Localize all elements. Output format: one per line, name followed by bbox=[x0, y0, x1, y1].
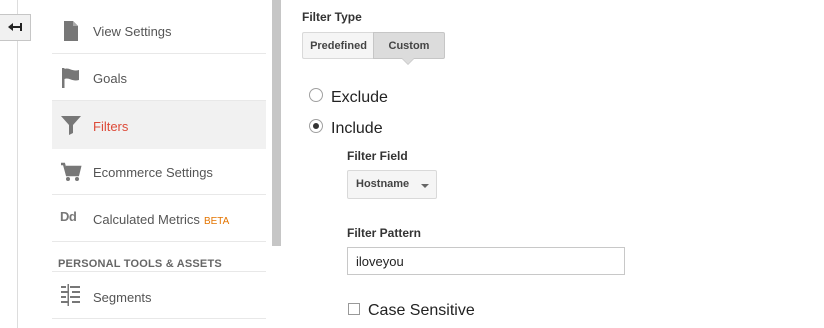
sidebar-item-label: View Settings bbox=[93, 24, 172, 39]
exclude-radio[interactable] bbox=[309, 88, 323, 102]
filter-icon bbox=[61, 116, 81, 135]
sidebar-item-filters[interactable]: Filters bbox=[52, 101, 266, 149]
selected-tab-pointer-inner bbox=[402, 58, 414, 64]
filter-field-label: Filter Field bbox=[347, 149, 408, 163]
case-sensitive-label: Case Sensitive bbox=[368, 302, 475, 319]
sidebar-item-label: Filters bbox=[93, 119, 129, 134]
left-rail-divider bbox=[17, 0, 18, 328]
filter-field-dropdown[interactable]: Hostname bbox=[347, 170, 437, 199]
beta-badge: BETA bbox=[203, 216, 230, 227]
filter-pattern-label: Filter Pattern bbox=[347, 226, 422, 240]
filter-type-label: Filter Type bbox=[302, 10, 362, 24]
predefined-tab[interactable]: Predefined bbox=[302, 32, 374, 59]
dd-icon: Dd bbox=[60, 209, 77, 224]
admin-sidebar: View Settings Goals Filters Ecommerce Se… bbox=[52, 0, 266, 328]
sidebar-item-goals[interactable]: Goals bbox=[52, 55, 266, 101]
include-radio[interactable] bbox=[309, 119, 323, 133]
chevron-down-icon bbox=[421, 184, 429, 188]
filter-pattern-input[interactable] bbox=[347, 247, 625, 275]
cart-icon bbox=[61, 162, 82, 181]
include-label: Include bbox=[331, 120, 383, 137]
sidebar-item-ecommerce-settings[interactable]: Ecommerce Settings bbox=[52, 149, 266, 195]
sidebar-scrollbar[interactable] bbox=[272, 0, 281, 246]
sidebar-item-label: Ecommerce Settings bbox=[93, 165, 213, 180]
exclude-label: Exclude bbox=[331, 89, 388, 106]
flag-icon bbox=[62, 68, 79, 88]
sidebar-item-calculated-metrics[interactable]: Dd Calculated Metrics BETA bbox=[52, 196, 266, 242]
back-button[interactable] bbox=[0, 14, 31, 41]
custom-tab[interactable]: Custom bbox=[373, 32, 445, 59]
sidebar-item-label: Calculated Metrics BETA bbox=[93, 212, 229, 227]
document-icon bbox=[64, 21, 78, 41]
filter-field-value: Hostname bbox=[356, 178, 410, 190]
section-divider bbox=[52, 271, 266, 272]
sidebar-item-label: Segments bbox=[93, 290, 152, 305]
sidebar-item-label-text: Calculated Metrics bbox=[93, 212, 200, 227]
back-arrow-icon bbox=[8, 22, 22, 31]
case-sensitive-checkbox[interactable] bbox=[348, 303, 360, 315]
sidebar-item-view-settings[interactable]: View Settings bbox=[52, 8, 266, 54]
sidebar-item-label: Goals bbox=[93, 71, 127, 86]
sidebar-item-segments[interactable]: Segments bbox=[52, 273, 266, 319]
section-heading: PERSONAL TOOLS & ASSETS bbox=[58, 258, 222, 270]
segments-icon bbox=[61, 284, 80, 306]
